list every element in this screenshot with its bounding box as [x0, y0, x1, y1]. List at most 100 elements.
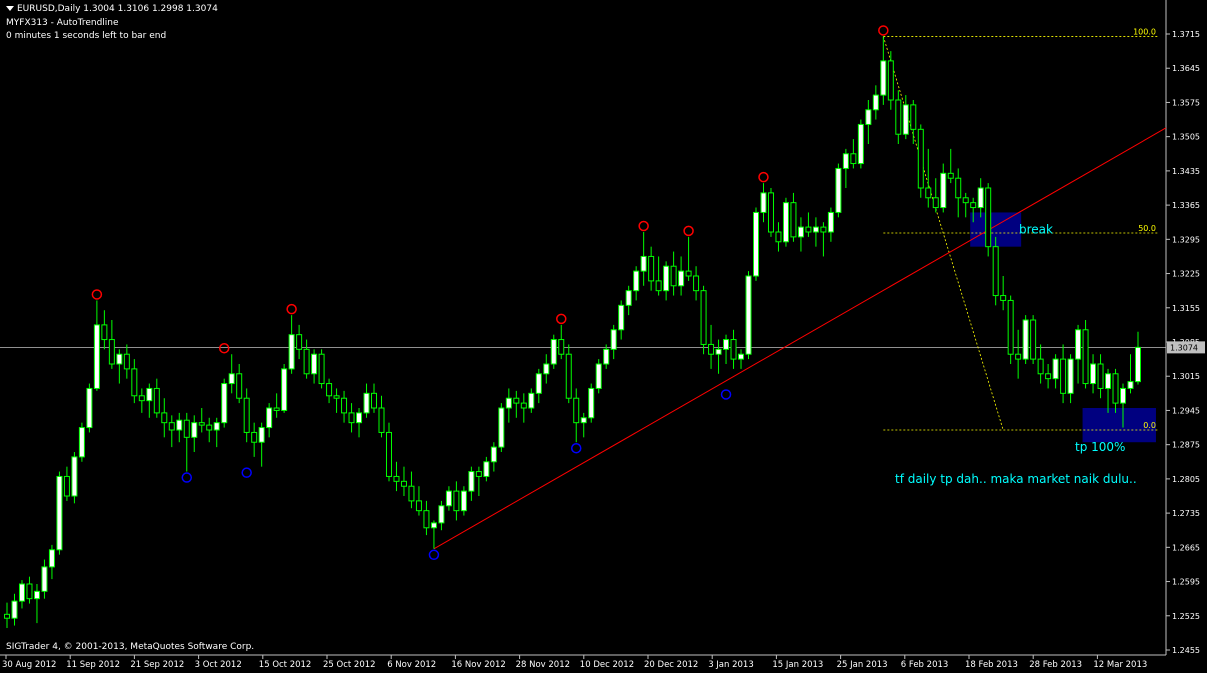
candle-body	[880, 60, 887, 96]
candle-body	[932, 197, 939, 209]
candle-body	[685, 270, 692, 277]
time-tick-label: 25 Jan 2013	[837, 660, 888, 670]
candle-body	[708, 343, 715, 355]
candle-body	[1134, 346, 1141, 383]
candle-body	[925, 187, 932, 199]
candle-body	[251, 431, 258, 443]
price-axis: 1.3715 1.3645 1.3575 1.3505 1.3435 1.3365 1.32…	[1166, 30, 1205, 655]
candle-body	[198, 422, 205, 426]
swing-low-marker	[181, 472, 193, 483]
symbol-line: EURUSD,Daily 1.3004 1.3106 1.2998 1.3074	[17, 4, 218, 14]
candle-body	[558, 339, 565, 355]
swing-high-marker	[683, 225, 694, 237]
time-tick-label: 6 Nov 2012	[387, 660, 436, 670]
candle-body	[176, 419, 183, 431]
candle-body	[520, 402, 527, 409]
candle-body	[767, 192, 774, 233]
time-tick-label: 15 Oct 2012	[259, 660, 312, 670]
candle-body	[505, 397, 512, 409]
candle-body	[940, 172, 947, 209]
swing-markers	[91, 25, 889, 561]
candle-body	[138, 395, 145, 402]
candle-body	[588, 387, 595, 419]
candle-body	[483, 461, 490, 477]
candle-body	[191, 422, 198, 438]
candle-body	[1037, 358, 1044, 375]
candle-body	[1015, 353, 1022, 360]
candle-body	[618, 304, 625, 331]
candle-body	[400, 480, 407, 487]
price-tick-label: 1.2665	[1172, 543, 1200, 552]
candle-body	[625, 290, 632, 306]
copyright-text: SIGTrader 4, © 2001-2013, MetaQuotes Sof…	[6, 642, 255, 652]
price-tick-label: 1.3435	[1172, 167, 1200, 176]
candle-body	[378, 407, 385, 433]
candle-body	[1112, 373, 1119, 404]
candle-body	[445, 490, 452, 507]
candle-body	[1060, 358, 1067, 394]
candle-body	[573, 397, 580, 424]
candle-body	[41, 566, 48, 592]
candle-body	[116, 353, 123, 365]
swing-high-marker	[286, 303, 297, 315]
candle-body	[857, 123, 864, 165]
indicator-name: MYFX313 - AutoTrendline	[6, 18, 119, 28]
swing-low-marker	[570, 442, 582, 454]
time-tick-label: 25 Oct 2012	[323, 660, 376, 670]
price-chart[interactable]: 100.0 50.0 0.0 break tp 100% tf daily tp dah.…	[0, 0, 1207, 673]
swing-low-marker	[428, 549, 440, 561]
candle-body	[183, 419, 190, 438]
time-tick-label: 6 Feb 2013	[901, 660, 949, 670]
candle-body	[4, 613, 10, 619]
candle-body	[910, 104, 917, 130]
candle-body	[1022, 319, 1029, 360]
swing-low-marker	[241, 467, 252, 478]
candle-body	[1000, 295, 1007, 301]
candle-body	[1052, 358, 1059, 380]
candle-body	[528, 392, 535, 409]
candle-body	[902, 104, 909, 135]
candle-body	[11, 600, 18, 619]
candle-body	[26, 583, 33, 600]
candle-body	[153, 387, 160, 414]
candle-body	[393, 475, 400, 482]
candle-body	[1097, 363, 1104, 389]
candle-body	[827, 211, 834, 233]
candle-body	[887, 60, 894, 101]
candle-body	[430, 522, 437, 529]
candle-body	[385, 431, 392, 477]
candle-body	[348, 412, 355, 424]
candle-body	[236, 373, 243, 399]
time-tick-label: 21 Sep 2012	[130, 660, 184, 670]
candle-body	[663, 265, 670, 292]
candle-body	[678, 270, 685, 287]
price-tick-label: 1.3155	[1172, 304, 1200, 313]
candle-body	[266, 407, 273, 429]
swing-high-marker	[758, 171, 769, 183]
candle-body	[812, 226, 819, 233]
candle-body	[86, 387, 93, 429]
candle-body	[341, 397, 348, 414]
candle-body	[78, 427, 85, 458]
candle-body	[640, 255, 647, 272]
candle-body	[296, 334, 303, 350]
candle-body	[550, 339, 557, 365]
candle-body	[101, 324, 108, 341]
swing-high-marker	[91, 289, 103, 300]
candle-body	[1045, 373, 1052, 380]
candle-body	[131, 368, 138, 397]
time-tick-label: 3 Oct 2012	[195, 660, 242, 670]
candle-body	[258, 427, 265, 443]
candle-body	[820, 226, 827, 233]
candle-body	[835, 167, 842, 213]
chart-drawings: 100.0 50.0 0.0 break tp 100% tf daily tp dah.…	[433, 27, 1167, 550]
candle-body	[288, 334, 295, 370]
candle-body	[333, 395, 340, 399]
time-tick-label: 16 Nov 2012	[451, 660, 505, 670]
candle-body	[161, 412, 168, 424]
candle-body	[797, 226, 804, 238]
time-tick-label: 10 Dec 2012	[580, 660, 634, 670]
candle-body	[633, 270, 640, 292]
candle-body	[947, 172, 954, 179]
price-tick-label: 1.2945	[1172, 406, 1200, 415]
